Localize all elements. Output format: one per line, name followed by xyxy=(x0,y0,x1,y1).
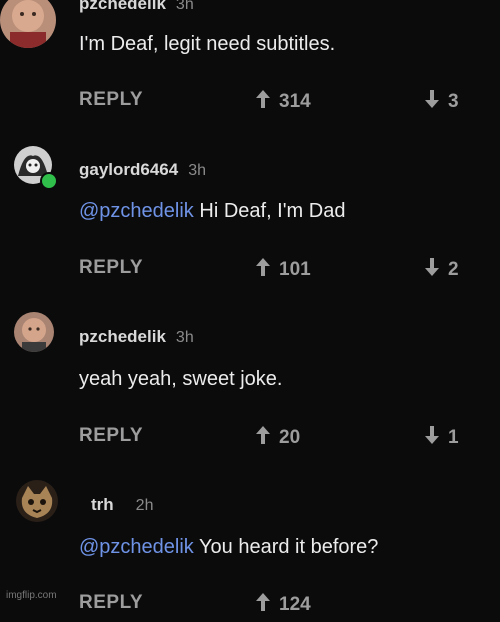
downvote-button[interactable]: 2 xyxy=(424,257,459,283)
upvote-button[interactable]: 124 xyxy=(255,592,311,618)
upvote-count: 314 xyxy=(279,91,311,112)
comment-text: You heard it before? xyxy=(199,536,379,558)
user-mention-link[interactable]: @pzchedelik xyxy=(79,536,194,558)
comment-username[interactable]: pzchedelik xyxy=(79,327,166,346)
downvote-count: 1 xyxy=(448,427,459,448)
upvote-button[interactable]: 314 xyxy=(255,89,311,115)
comment-text: Hi Deaf, I'm Dad xyxy=(199,200,346,222)
comment-text: yeah yeah, sweet joke. xyxy=(79,368,283,390)
watermark: imgflip.com xyxy=(6,590,57,601)
online-status-dot xyxy=(40,172,58,190)
comment-username[interactable]: pzchedelik xyxy=(79,0,166,13)
upvote-button[interactable]: 20 xyxy=(255,425,300,451)
downvote-count: 2 xyxy=(448,259,459,280)
avatar[interactable] xyxy=(0,0,56,48)
arrow-down-icon xyxy=(424,257,440,283)
avatar[interactable] xyxy=(16,480,58,522)
comment-timestamp: 2h xyxy=(135,497,154,514)
downvote-button[interactable]: 1 xyxy=(424,425,459,451)
comment-username[interactable]: trh xyxy=(91,495,114,514)
comment-timestamp: 3h xyxy=(175,329,194,346)
arrow-up-icon xyxy=(255,592,271,618)
comment-timestamp: 3h xyxy=(175,0,194,13)
downvote-count: 3 xyxy=(448,91,459,112)
comment-text: I'm Deaf, legit need subtitles. xyxy=(79,33,336,55)
arrow-up-icon xyxy=(255,257,271,283)
arrow-up-icon xyxy=(255,425,271,451)
upvote-count: 20 xyxy=(279,427,301,448)
user-mention-link[interactable]: @pzchedelik xyxy=(79,200,194,222)
reply-button[interactable]: REPLY xyxy=(79,425,143,447)
arrow-down-icon xyxy=(424,89,440,115)
downvote-button[interactable]: 3 xyxy=(424,89,459,115)
upvote-button[interactable]: 101 xyxy=(255,257,311,283)
comment-username[interactable]: gaylord6464 xyxy=(79,160,178,179)
reply-button[interactable]: REPLY xyxy=(79,257,143,279)
comment-timestamp: 3h xyxy=(188,162,207,179)
reply-button[interactable]: REPLY xyxy=(79,592,143,614)
avatar[interactable] xyxy=(14,312,54,352)
upvote-count: 101 xyxy=(279,259,311,280)
reply-button[interactable]: REPLY xyxy=(79,89,143,111)
arrow-down-icon xyxy=(424,425,440,451)
arrow-up-icon xyxy=(255,89,271,115)
